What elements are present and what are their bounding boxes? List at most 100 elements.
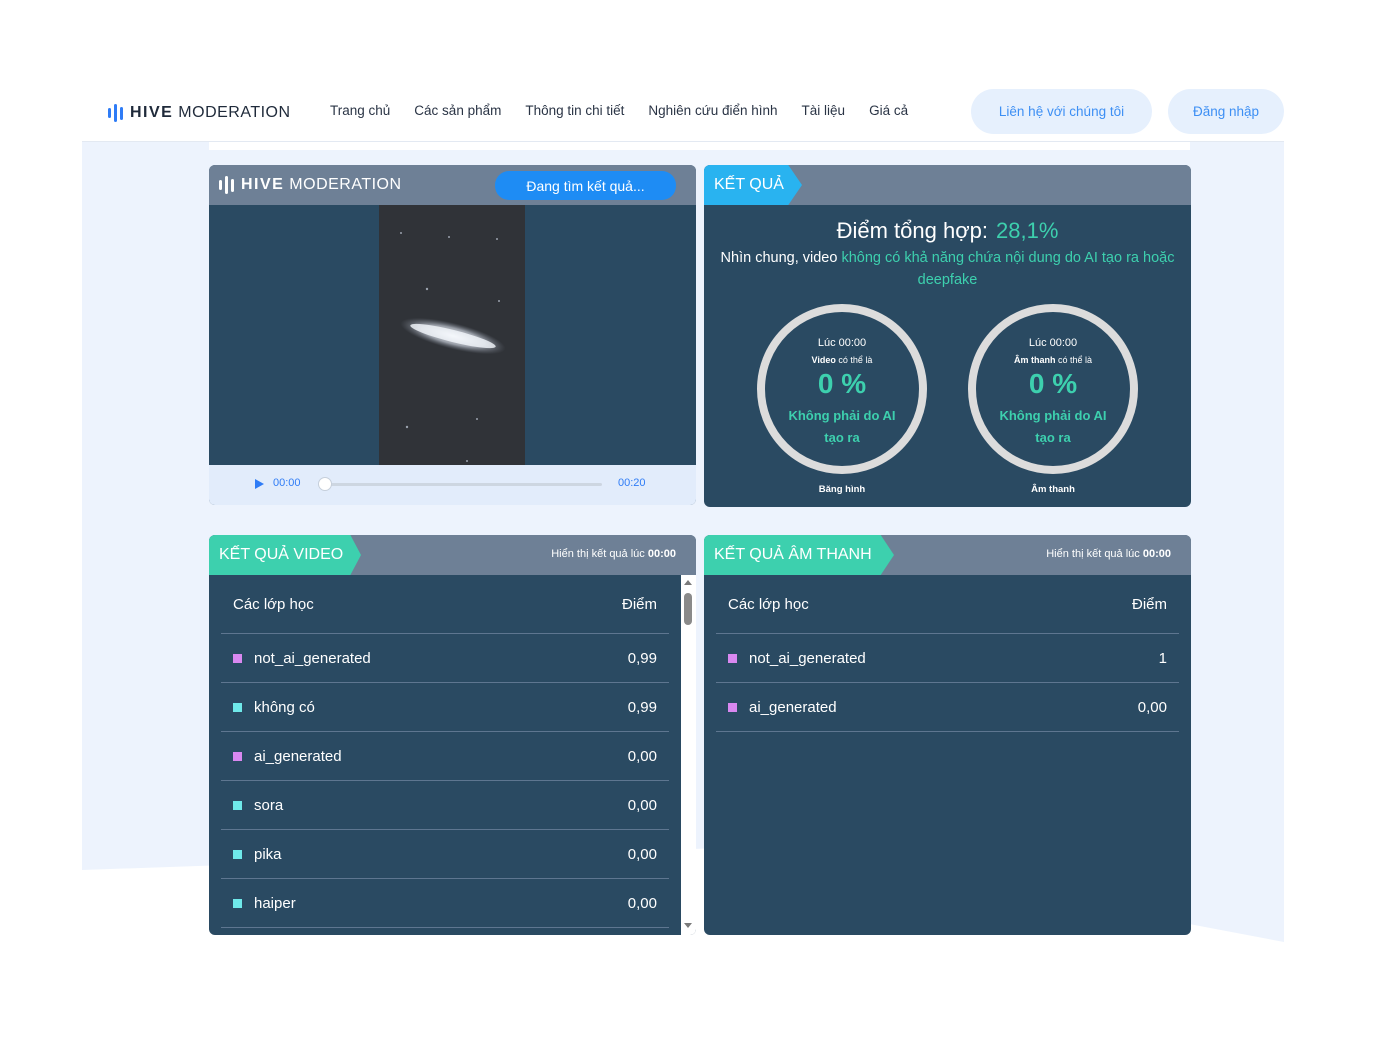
summary-prefix: Nhìn chung, video [720, 250, 838, 266]
audio-show-at-time: 00:00 [1142, 548, 1171, 560]
audio-results-panel: KẾT QUẢ ÂM THANH Hiển thị kết quả lúc 00… [704, 535, 1191, 935]
audio-score-ring: Lúc 00:00 Âm thanh có thể là 0 % Không p… [968, 304, 1138, 474]
content-top-strip [209, 142, 1190, 150]
contact-us-button[interactable]: Liên hệ với chúng tôi [971, 89, 1152, 134]
nav-links: Trang chủ Các sản phẩm Thông tin chi tiế… [330, 103, 908, 118]
player-logo: HIVE MODERATION [219, 176, 402, 194]
logo-text: HIVE MODERATION [130, 104, 291, 122]
overall-score-label: Điểm tổng hợp: [836, 218, 988, 243]
video-results-header: KẾT QUẢ VIDEO Hiển thị kết quả lúc 00:00 [209, 535, 696, 575]
summary-highlight: không có khả năng chứa nội dung do AI tạ… [841, 250, 1175, 288]
video-table-body: not_ai_generated 0,99 không có 0,99 ai_gener… [221, 634, 669, 928]
player-logo-bold: HIVE [241, 176, 285, 193]
overall-score-line: Điểm tổng hợp: 28,1% [704, 218, 1191, 244]
table-row: pika 0,00 [221, 830, 669, 879]
class-color-square-icon [233, 898, 242, 908]
video-col-class: Các lớp học [233, 595, 314, 613]
nav-link-insights[interactable]: Thông tin chi tiết [525, 103, 624, 118]
class-score: 0,00 [627, 796, 657, 814]
nav-link-home[interactable]: Trang chủ [330, 103, 390, 118]
audio-ring-time: Lúc 00:00 [1028, 337, 1078, 349]
seek-bar[interactable] [318, 477, 602, 491]
audio-table-header: Các lớp học Điểm [716, 575, 1179, 634]
logo-light: MODERATION [178, 104, 291, 121]
class-color-square-icon [233, 653, 242, 663]
table-row: ai_generated 0,00 [221, 732, 669, 781]
class-score: 0,00 [627, 894, 657, 912]
scroll-down-arrow-icon[interactable] [684, 923, 692, 928]
row-label-group: sora [233, 797, 283, 814]
class-score: 1 [1158, 649, 1167, 667]
overall-score-value: 28,1% [996, 218, 1059, 243]
row-label-group: not_ai_generated [233, 650, 371, 667]
video-table-header: Các lớp học Điểm [221, 575, 669, 634]
audio-ring-may: Âm thanh có thể là [976, 355, 1130, 365]
play-icon[interactable] [255, 479, 264, 489]
table-row: not_ai_generated 0,99 [221, 634, 669, 683]
video-results-table: Các lớp học Điểm not_ai_generated 0,99 khô… [221, 575, 669, 928]
scroll-thumb[interactable] [684, 593, 692, 625]
table-row: haiper 0,00 [221, 879, 669, 928]
class-color-square-icon [233, 702, 242, 712]
result-panel-header: KẾT QUẢ [704, 165, 1191, 205]
hive-logo[interactable]: HIVE MODERATION [108, 102, 291, 124]
nav-link-pricing[interactable]: Giá cả [869, 103, 908, 118]
result-panel: KẾT QUẢ Điểm tổng hợp: 28,1% Nhìn chung, … [704, 165, 1191, 507]
row-label-group: haiper [233, 895, 296, 912]
class-score: 0,00 [627, 845, 657, 863]
class-label: không có [254, 698, 315, 716]
class-label: ai_generated [254, 747, 342, 765]
scroll-up-arrow-icon[interactable] [684, 580, 692, 585]
video-ring-label: Không phải do AI tạo ra [788, 408, 896, 445]
video-ring-may-bold: Video [811, 355, 836, 365]
audio-ring-caption: Âm thanh [1031, 484, 1075, 495]
video-results-scrollbar[interactable] [681, 575, 696, 935]
class-color-square-icon [233, 849, 242, 859]
video-panel-header: HIVE MODERATION Đang tìm kết quả... [209, 165, 696, 205]
class-label: pika [254, 845, 282, 863]
audio-ring-percent: 0 % [1028, 368, 1078, 399]
video-ring-caption: Băng hình [818, 484, 866, 495]
row-label-group: ai_generated [728, 699, 837, 716]
video-ring-content: Lúc 00:00 Video có thể là 0 % Không phải… [765, 312, 919, 466]
logo-bold: HIVE [130, 104, 174, 121]
audio-show-at-prefix: Hiển thị kết quả lúc [1046, 548, 1140, 560]
row-label-group: ai_generated [233, 748, 342, 765]
player-logo-text: HIVE MODERATION [241, 176, 402, 194]
nav-link-docs[interactable]: Tài liệu [802, 103, 846, 118]
audio-results-table: Các lớp học Điểm not_ai_generated 1 ai_gen… [716, 575, 1179, 732]
class-color-square-icon [233, 751, 242, 761]
video-results-tag: KẾT QUẢ VIDEO [209, 535, 361, 575]
video-show-at-time: 00:00 [647, 548, 676, 560]
class-label: haiper [254, 894, 296, 912]
row-label-group: pika [233, 846, 282, 863]
video-results-panel: KẾT QUẢ VIDEO Hiển thị kết quả lúc 00:00… [209, 535, 696, 935]
video-area[interactable] [209, 205, 696, 465]
audio-show-at: Hiển thị kết quả lúc 00:00 [1046, 548, 1171, 560]
result-tag: KẾT QUẢ [704, 165, 802, 205]
video-score-ring: Lúc 00:00 Video có thể là 0 % Không phải… [757, 304, 927, 474]
table-row: ai_generated 0,00 [716, 683, 1179, 732]
video-show-at-prefix: Hiển thị kết quả lúc [551, 548, 645, 560]
class-score: 0,99 [627, 649, 657, 667]
logo-bars-icon [108, 104, 123, 122]
class-label: not_ai_generated [254, 649, 371, 667]
class-label: sora [254, 796, 284, 814]
player-logo-light: MODERATION [289, 176, 402, 193]
table-row: không có 0,99 [221, 683, 669, 732]
class-score: 0,99 [627, 698, 657, 716]
login-button[interactable]: Đăng nhập [1168, 89, 1284, 134]
video-still-image [379, 205, 525, 465]
class-label: ai_generated [749, 698, 837, 716]
current-time: 00:00 [273, 477, 301, 489]
class-color-square-icon [728, 653, 737, 663]
class-score: 0,00 [627, 747, 657, 765]
nav-link-products[interactable]: Các sản phẩm [414, 103, 501, 118]
searching-results-button[interactable]: Đang tìm kết quả... [495, 171, 676, 200]
nav-link-case-studies[interactable]: Nghiên cứu điển hình [648, 103, 777, 118]
video-ring-may: Video có thể là [765, 355, 919, 365]
audio-ring-may-bold: Âm thanh [1013, 355, 1056, 365]
seek-knob[interactable] [318, 477, 332, 491]
audio-ring-label: Không phải do AI tạo ra [999, 408, 1107, 445]
video-frame[interactable] [379, 205, 525, 465]
